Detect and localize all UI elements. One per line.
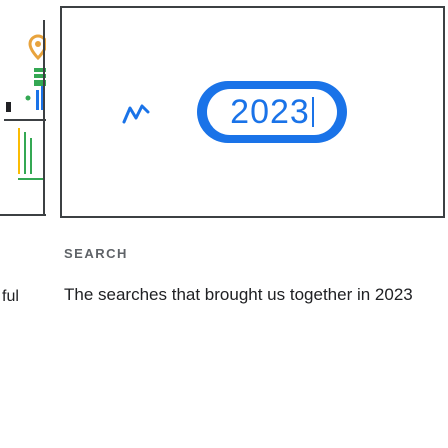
- year-in-search-card[interactable]: 2023 SEARCH The searches that brought us…: [60, 0, 448, 448]
- previous-card-caption: ful: [2, 288, 19, 305]
- previous-card-image: [0, 20, 46, 216]
- year-text: 2023: [230, 92, 310, 131]
- card-headline[interactable]: The searches that brought us together in…: [64, 283, 424, 306]
- card-category: SEARCH: [64, 246, 128, 261]
- text-cursor-icon: [311, 97, 314, 127]
- previous-card[interactable]: ful: [0, 0, 46, 305]
- carousel: ful 2023 SEARCH The searches that brough…: [0, 0, 448, 448]
- year-badge: 2023: [197, 81, 347, 143]
- dot-icon: [25, 95, 31, 101]
- card-image: 2023: [60, 6, 445, 218]
- chart-bar-icon: [36, 86, 44, 110]
